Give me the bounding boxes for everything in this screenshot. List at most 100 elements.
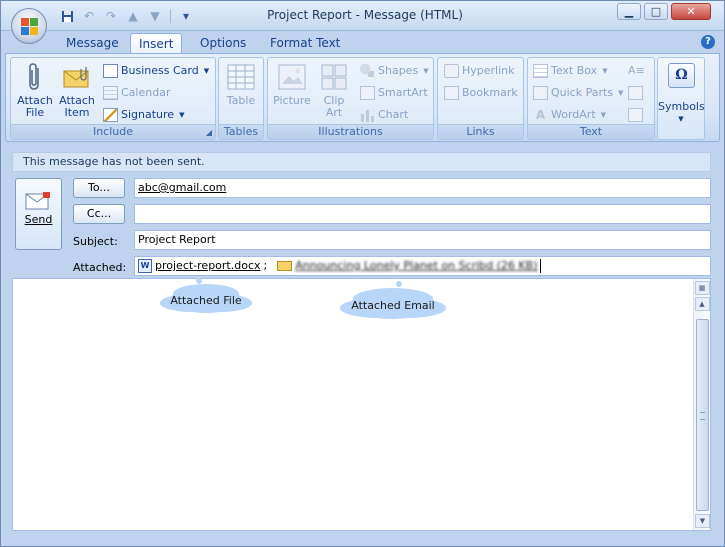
tab-format-text[interactable]: Format Text <box>262 33 348 54</box>
callout-attached-file: Attached File <box>170 287 242 313</box>
table-icon <box>221 62 261 92</box>
tab-insert[interactable]: Insert <box>130 33 183 54</box>
shapes-icon <box>360 64 375 78</box>
subject-field[interactable]: Project Report <box>134 230 711 250</box>
scrollbar-thumb[interactable] <box>696 319 709 511</box>
signature-button[interactable]: Signature ▼ <box>103 106 184 124</box>
minimize-button[interactable]: ▁ <box>617 3 641 20</box>
maximize-button[interactable]: □ <box>644 3 668 20</box>
cc-field[interactable] <box>134 204 711 224</box>
drop-cap-icon: A≡ <box>628 64 645 77</box>
paperclip-icon <box>15 62 55 92</box>
wordart-button[interactable]: A WordArt ▼ <box>533 106 606 124</box>
date-time-button[interactable] <box>628 84 643 102</box>
text-box-button[interactable]: Text Box ▼ <box>533 62 608 80</box>
ruler-toggle-icon[interactable]: ▦ <box>694 281 710 295</box>
group-text: Text Box ▼ Quick Parts ▼ A WordArt ▼ A≡ Tex… <box>527 57 655 140</box>
subject-label: Subject: <box>73 235 118 248</box>
group-label-text: Text <box>528 124 654 139</box>
office-button[interactable] <box>11 8 47 44</box>
group-tables: Table Tables <box>218 57 264 140</box>
group-illustrations: Picture Clip Art Shapes ▼ SmartArt Chart … <box>267 57 434 140</box>
title-bar: ↶ ↷ ▲ ▼ ▾ Project Report - Message (HTML… <box>0 0 725 31</box>
vertical-scrollbar[interactable]: ▦ ▲ ▼ <box>693 279 710 530</box>
ribbon: Attach File Attach Item Business Card ▼ C… <box>5 53 720 142</box>
text-cursor <box>540 259 542 273</box>
scroll-up-icon[interactable]: ▲ <box>694 297 710 311</box>
group-label-links: Links <box>438 124 523 139</box>
redo-icon[interactable]: ↷ <box>102 8 120 24</box>
help-icon[interactable]: ? <box>701 35 715 49</box>
attachment-separator: ; <box>263 259 268 272</box>
scroll-down-icon[interactable]: ▼ <box>695 514 710 528</box>
group-label-include: Include <box>11 124 215 139</box>
attachments-field[interactable]: W project-report.docx ; Announcing Lonel… <box>134 256 711 276</box>
group-include: Attach File Attach Item Business Card ▼ C… <box>10 57 216 140</box>
word-document-icon: W <box>138 259 152 273</box>
object-icon <box>628 108 643 122</box>
drop-cap-button[interactable]: A≡ <box>628 62 645 80</box>
status-bar <box>0 537 725 547</box>
to-button[interactable]: To... <box>73 178 125 198</box>
chart-button[interactable]: Chart <box>360 106 408 124</box>
office-logo-icon <box>21 18 38 35</box>
quick-parts-icon <box>533 86 548 100</box>
insert-object-button[interactable] <box>628 106 643 124</box>
text-box-icon <box>533 64 548 78</box>
dialog-launcher-icon[interactable]: ◢ <box>206 128 212 137</box>
business-card-icon <box>103 64 118 78</box>
omega-icon: Ω <box>668 63 695 88</box>
bookmark-icon <box>444 86 459 100</box>
group-symbols: Ω Symbols ▼ <box>657 57 705 140</box>
group-label-tables: Tables <box>219 124 263 139</box>
attach-file-button[interactable]: Attach File <box>15 62 55 119</box>
calendar-icon <box>103 86 118 100</box>
picture-icon <box>272 62 312 92</box>
attachment-email[interactable]: Announcing Lonely Planet on Scribd (26 K… <box>295 257 537 275</box>
cc-button[interactable]: Cc... <box>73 204 125 224</box>
ribbon-tabs: Message Insert Options Format Text ? <box>0 31 725 54</box>
previous-item-icon[interactable]: ▲ <box>124 8 142 24</box>
tab-options[interactable]: Options <box>192 33 254 54</box>
signature-icon <box>103 108 118 122</box>
attached-label: Attached: <box>73 261 127 274</box>
next-item-icon[interactable]: ▼ <box>146 8 164 24</box>
envelope-clip-icon <box>57 62 97 92</box>
group-links: Hyperlink Bookmark Links <box>437 57 524 140</box>
group-label-illustrations: Illustrations <box>268 124 433 139</box>
attachment-file[interactable]: project-report.docx <box>155 257 261 275</box>
chart-icon <box>360 108 375 122</box>
send-button[interactable]: Send <box>15 178 62 250</box>
customize-toolbar-icon[interactable]: ▾ <box>177 8 195 24</box>
send-envelope-icon <box>25 191 53 211</box>
symbols-button[interactable]: Symbols <box>658 100 705 113</box>
business-card-button[interactable]: Business Card ▼ <box>103 62 209 80</box>
date-time-icon <box>628 86 643 100</box>
attach-item-button[interactable]: Attach Item <box>57 62 97 119</box>
symbols-dropdown-icon[interactable]: ▼ <box>658 115 704 123</box>
quick-access-toolbar: ↶ ↷ ▲ ▼ ▾ <box>58 7 195 25</box>
wordart-icon: A <box>535 108 546 122</box>
table-button[interactable]: Table <box>221 62 261 107</box>
calendar-button[interactable]: Calendar <box>103 84 170 102</box>
save-icon[interactable] <box>58 8 76 24</box>
hyperlink-button[interactable]: Hyperlink <box>444 62 515 80</box>
smartart-icon <box>360 86 375 100</box>
to-field[interactable]: abc@gmail.com <box>134 178 711 198</box>
picture-button[interactable]: Picture <box>272 62 312 107</box>
hyperlink-icon <box>444 64 459 78</box>
undo-icon[interactable]: ↶ <box>80 8 98 24</box>
clip-art-button[interactable]: Clip Art <box>314 62 354 119</box>
email-attachment-icon <box>277 261 293 271</box>
tab-message[interactable]: Message <box>58 33 127 54</box>
smartart-button[interactable]: SmartArt <box>360 84 428 102</box>
clip-art-icon <box>314 62 354 92</box>
shapes-button[interactable]: Shapes ▼ <box>360 62 429 80</box>
bookmark-button[interactable]: Bookmark <box>444 84 518 102</box>
close-button[interactable]: ✕ <box>671 3 711 20</box>
callout-attached-email: Attached Email <box>350 291 436 319</box>
quick-parts-button[interactable]: Quick Parts ▼ <box>533 84 623 102</box>
window-title: Project Report - Message (HTML) <box>267 8 463 22</box>
message-info-bar: This message has not been sent. <box>12 152 711 172</box>
message-body[interactable]: ▦ ▲ ▼ <box>12 278 711 531</box>
